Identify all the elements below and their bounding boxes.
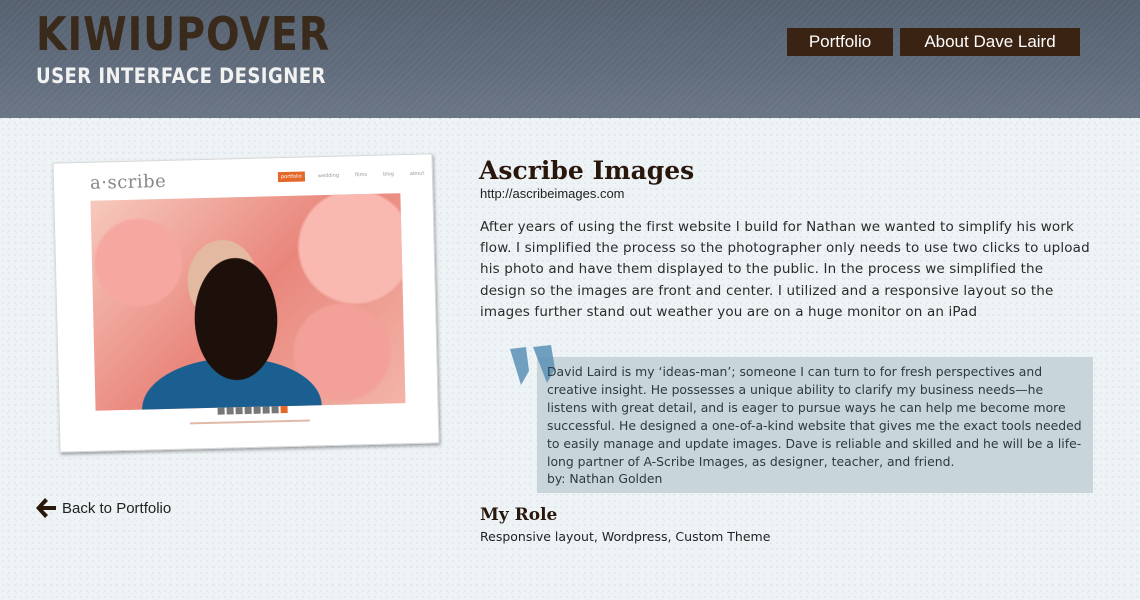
testimonial-author: by: Nathan Golden — [547, 471, 663, 486]
screenshot-logo: a·scribe — [89, 170, 167, 194]
site-header: KIWIUPOVER USER INTERFACE DESIGNER Portf… — [0, 0, 1140, 118]
project-description: After years of using the first website I… — [480, 219, 1090, 320]
testimonial-text: David Laird is my ‘ideas-man’; someone I… — [547, 364, 1082, 469]
screenshot-nav-item: blog — [383, 171, 394, 178]
nav-portfolio-button[interactable]: Portfolio — [787, 28, 893, 56]
header-zigzag-edge — [0, 112, 1140, 122]
project-title: Ascribe Images — [479, 156, 695, 185]
screenshot-nav-item: about — [409, 170, 425, 177]
site-logo[interactable]: KIWIUPOVER — [36, 8, 330, 60]
role-description: Responsive layout, Wordpress, Custom The… — [480, 529, 771, 544]
back-to-portfolio-link[interactable]: Back to Portfolio — [36, 497, 171, 519]
screenshot-footer — [189, 419, 310, 425]
screenshot-nav-item: wedding — [317, 172, 340, 180]
arrow-left-icon — [36, 498, 56, 518]
screenshot-pager — [217, 406, 288, 415]
screenshot-nav: portfolio wedding films blog about — [277, 169, 428, 183]
screenshot-photo — [90, 193, 406, 411]
nav-about-button[interactable]: About Dave Laird — [900, 28, 1080, 56]
screenshot-nav-item: portfolio — [277, 171, 305, 183]
project-url-link[interactable]: http://ascribeimages.com — [480, 186, 625, 201]
back-link-label: Back to Portfolio — [62, 499, 172, 517]
site-tagline: USER INTERFACE DESIGNER — [36, 64, 326, 88]
role-heading: My Role — [480, 505, 558, 525]
project-screenshot: a·scribe portfolio wedding films blog ab… — [52, 153, 440, 453]
screenshot-nav-item: films — [354, 172, 368, 179]
